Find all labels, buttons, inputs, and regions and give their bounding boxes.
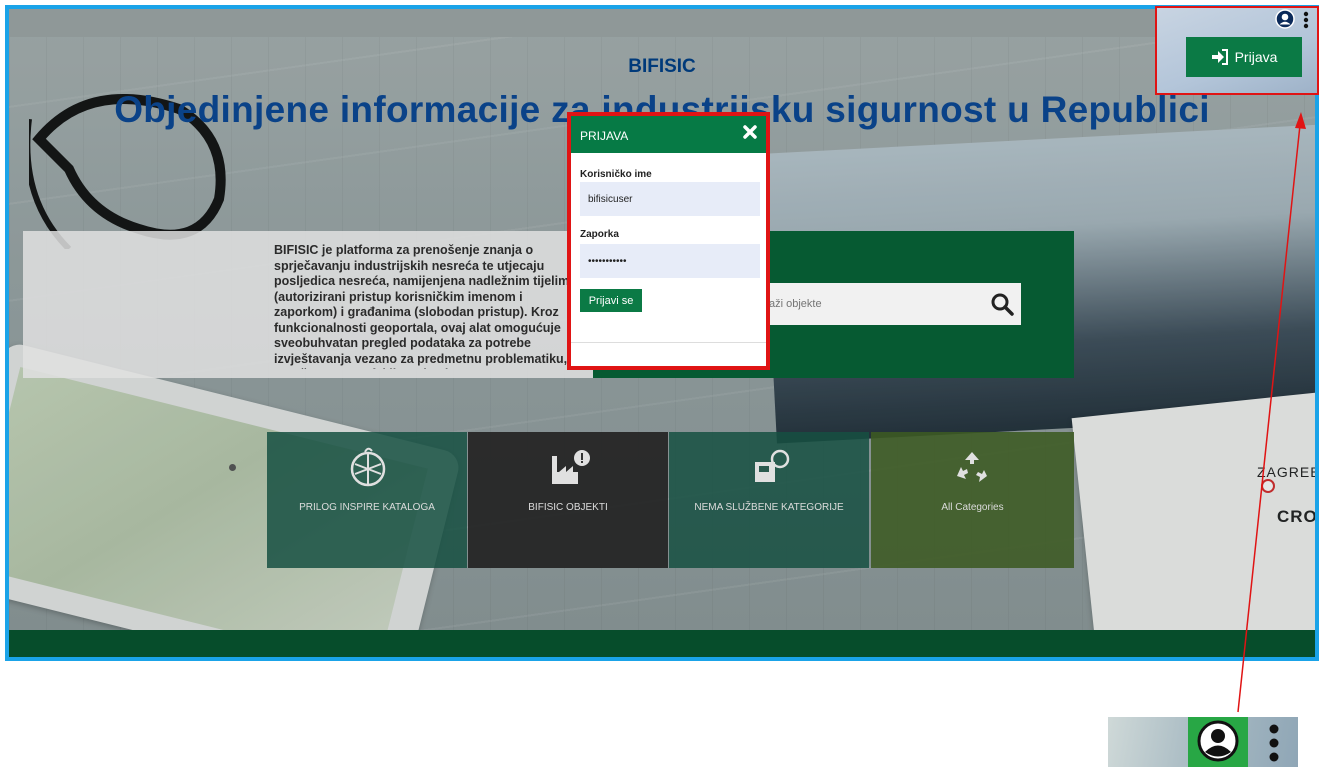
login-button-label: Prijava <box>1234 49 1278 65</box>
factory-alert-icon <box>552 450 590 484</box>
kebab-menu-icon[interactable] <box>1303 11 1309 29</box>
username-field[interactable] <box>580 182 760 216</box>
login-modal: PRIJAVA Korisničko ime Zaporka Prijavi s… <box>567 112 770 370</box>
book-globe-icon <box>755 449 790 482</box>
tile-label: All Categories <box>941 502 1004 513</box>
footer-bar <box>9 630 1315 657</box>
modal-header: PRIJAVA <box>571 116 766 153</box>
tile-label: PRILOG INSPIRE KATALOGA <box>299 502 435 513</box>
kebab-menu-icon <box>1269 724 1279 762</box>
site-brand: BIFISIC <box>628 56 696 77</box>
username-label: Korisničko ime <box>580 169 652 180</box>
category-tile-inspire[interactable]: PRILOG INSPIRE KATALOGA <box>267 432 467 568</box>
sign-in-icon <box>1211 49 1228 65</box>
description-text: BIFISIC je platforma za prenošenje znanj… <box>274 243 582 369</box>
tile-label: NEMA SLUŽBENE KATEGORIJE <box>694 502 844 513</box>
search-box <box>749 283 1021 325</box>
category-tile-objects[interactable]: BIFISIC OBJEKTI <box>468 432 668 568</box>
password-label: Zaporka <box>580 229 619 240</box>
password-field[interactable] <box>580 244 760 278</box>
footer-divider <box>264 659 1074 660</box>
modal-title: PRIJAVA <box>580 129 629 143</box>
header-login-highlight: Prijava <box>1155 6 1319 95</box>
modal-footer-divider <box>571 342 766 343</box>
category-tile-all[interactable]: All Categories <box>871 432 1074 568</box>
user-circle-icon[interactable] <box>1275 9 1295 29</box>
login-button[interactable]: Prijava <box>1186 37 1302 77</box>
tile-label: BIFISIC OBJEKTI <box>528 502 608 513</box>
search-input[interactable] <box>759 283 969 325</box>
search-icon[interactable] <box>989 291 1015 317</box>
user-circle-icon <box>1197 720 1239 762</box>
close-icon[interactable] <box>742 124 758 140</box>
recycle-icon <box>957 452 987 482</box>
zoomed-header-detail <box>1108 717 1298 767</box>
category-tile-no-category[interactable]: NEMA SLUŽBENE KATEGORIJE <box>669 432 869 568</box>
globe-icon <box>350 447 386 487</box>
login-submit-button[interactable]: Prijavi se <box>580 289 642 312</box>
